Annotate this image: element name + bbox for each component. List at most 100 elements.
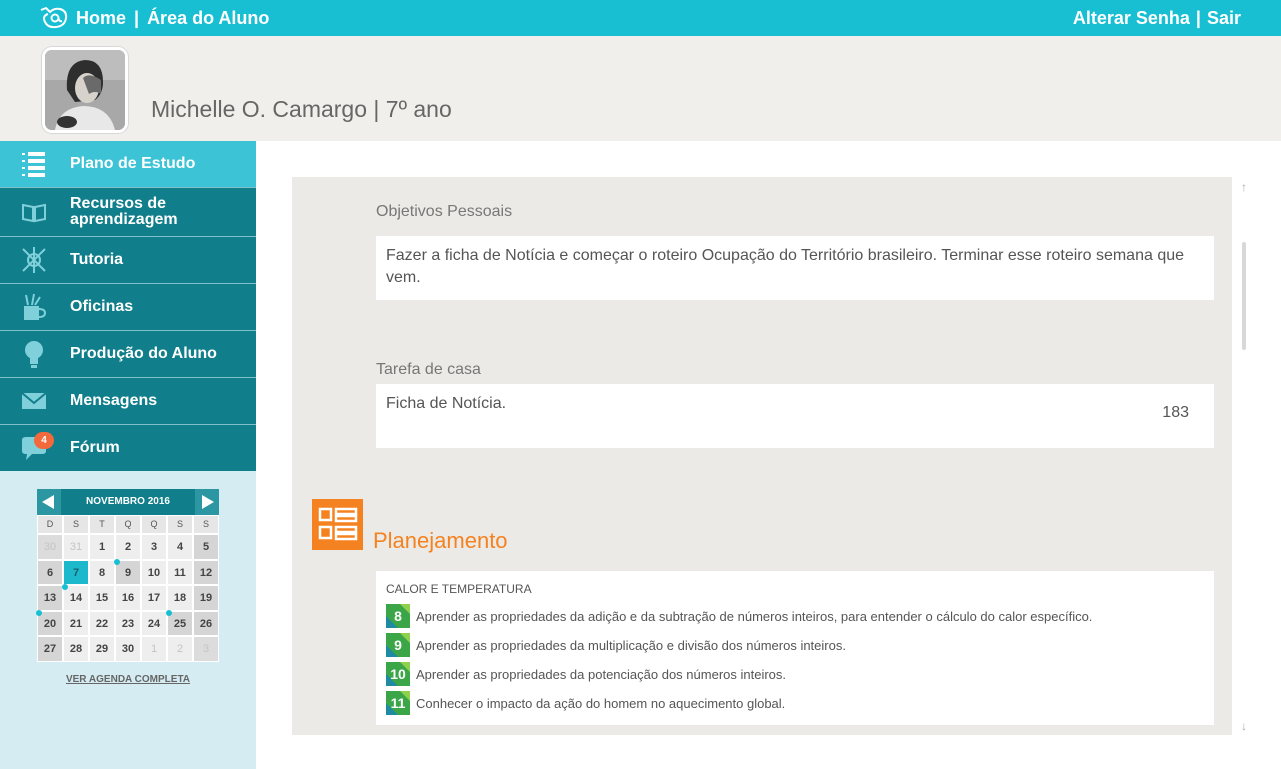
personal-goals-text: Fazer a ficha de Notícia e começar o rot… <box>386 247 1185 286</box>
student-area-label: Área do Aluno <box>147 7 270 28</box>
scrollbar-thumb[interactable] <box>1242 242 1246 350</box>
calendar-day[interactable]: 18 <box>167 585 193 611</box>
weekday-label: D <box>37 515 63 534</box>
homework-label: Tarefa de casa <box>376 361 481 378</box>
calendar-day[interactable]: 15 <box>89 585 115 611</box>
objective-text: Aprender as propriedades da adição e da … <box>416 609 1093 624</box>
sidebar-item-label: Plano de Estudo <box>70 155 196 172</box>
calendar-month-label: NOVEMBRO 2016 <box>86 496 170 507</box>
calendar-day[interactable]: 29 <box>89 636 115 662</box>
calendar-day-number: 9 <box>124 566 132 579</box>
profile-header: Michelle O. Camargo | 7º ano <box>0 36 1281 141</box>
calendar-day[interactable]: 27 <box>37 636 63 662</box>
calendar-day-number: 14 <box>69 592 83 604</box>
scroll-up-arrow-icon[interactable]: ↑ <box>1237 180 1251 194</box>
calendar-day[interactable]: 19 <box>193 585 219 611</box>
objective-item[interactable]: 10 Aprender as propriedades da potenciaç… <box>386 662 1206 686</box>
calendar-day-number: 20 <box>43 617 57 630</box>
calendar-day[interactable]: 2 <box>167 636 193 662</box>
full-agenda-link[interactable]: VER AGENDA COMPLETA <box>37 674 219 685</box>
calendar-day[interactable]: 26 <box>193 610 219 636</box>
calendar-day[interactable]: 21 <box>63 610 89 636</box>
calendar-day[interactable]: 24 <box>141 610 167 636</box>
calendar-day[interactable]: 31 <box>63 534 89 560</box>
logout-link[interactable]: Sair <box>1207 8 1241 29</box>
sidebar-item-label: Produção do Aluno <box>70 345 217 362</box>
calendar-day[interactable]: 16 <box>115 585 141 611</box>
event-dot-icon <box>62 584 68 590</box>
objective-text: Aprender as propriedades da potenciação … <box>416 667 787 682</box>
calendar-day[interactable]: 30 <box>37 534 63 560</box>
objective-number-badge: 10 <box>386 662 410 686</box>
weekday-label: S <box>63 515 89 534</box>
personal-goals-card: Fazer a ficha de Notícia e começar o rot… <box>376 236 1214 300</box>
calendar-day-number: 25 <box>173 617 187 630</box>
homework-text: Ficha de Notícia. <box>386 395 507 412</box>
planning-icon <box>312 499 363 550</box>
study-plan-panel: Objetivos Pessoais Fazer a ficha de Notí… <box>292 177 1232 735</box>
previous-month-arrow-icon[interactable] <box>37 489 61 515</box>
envelope-icon <box>21 392 47 409</box>
calendar-day[interactable]: 6 <box>37 559 63 585</box>
scroll-down-arrow-icon[interactable]: ↓ <box>1237 719 1251 733</box>
sidebar-item-forum[interactable]: 4 Fórum <box>0 425 256 471</box>
planning-card: CALOR E TEMPERATURA 8 Aprender as propri… <box>376 571 1214 725</box>
calendar-day[interactable]: 28 <box>63 636 89 662</box>
calendar-day-with-event[interactable]: 25 <box>166 609 193 636</box>
calendar-day[interactable]: 17 <box>141 585 167 611</box>
calendar-day[interactable]: 3 <box>141 534 167 560</box>
calendar-day[interactable]: 11 <box>167 559 193 585</box>
sidebar-item-plano-de-estudo[interactable]: Plano de Estudo <box>0 141 256 188</box>
calendar-day[interactable]: 4 <box>167 534 193 560</box>
calendar-day[interactable]: 2 <box>115 534 141 560</box>
calendar-day[interactable]: 3 <box>193 636 219 662</box>
logo-icon <box>40 6 68 29</box>
calendar-day[interactable]: 13 <box>37 585 63 611</box>
objective-item[interactable]: 9 Aprender as propriedades da multiplica… <box>386 633 1206 657</box>
brand: Home | Área do Aluno <box>38 5 269 31</box>
objective-text: Conhecer o impacto da ação do homem no a… <box>416 696 786 711</box>
lightbulb-icon <box>25 341 43 368</box>
forum-notification-badge: 4 <box>34 432 54 449</box>
event-dot-icon <box>166 609 172 616</box>
compass-icon <box>22 247 46 273</box>
calendar-header: NOVEMBRO 2016 <box>37 489 219 515</box>
calendar-day[interactable]: 10 <box>141 559 167 585</box>
objective-item[interactable]: 11 Conhecer o impacto da ação do homem n… <box>386 691 1206 715</box>
sidebar-item-mensagens[interactable]: Mensagens <box>0 378 256 425</box>
change-password-link[interactable]: Alterar Senha <box>1073 8 1190 29</box>
calendar-day[interactable]: 12 <box>193 559 219 585</box>
objective-number-badge: 8 <box>386 604 410 628</box>
calendar-day[interactable]: 5 <box>193 534 219 560</box>
calendar-day-with-event[interactable]: 20 <box>36 609 63 636</box>
objective-text: Aprender as propriedades da multiplicaçã… <box>416 638 846 653</box>
calendar-day[interactable]: 1 <box>89 534 115 560</box>
homework-card: Ficha de Notícia. 183 <box>376 384 1214 448</box>
sidebar-item-oficinas[interactable]: Oficinas <box>0 284 256 331</box>
calendar-day-today[interactable]: 7 <box>63 559 89 585</box>
calendar-day[interactable]: 30 <box>115 636 141 662</box>
calendar-day[interactable]: 8 <box>89 559 115 585</box>
weekday-label: Q <box>141 515 167 534</box>
avatar-photo <box>45 50 125 130</box>
weekday-label: S <box>193 515 219 534</box>
sidebar-item-producao[interactable]: Produção do Aluno <box>0 331 256 378</box>
objective-item[interactable]: 8 Aprender as propriedades da adição e d… <box>386 604 1206 628</box>
avatar <box>42 47 128 133</box>
open-book-icon <box>22 203 46 223</box>
calendar-day[interactable]: 1 <box>141 636 167 662</box>
numbered-list-icon <box>22 152 45 177</box>
event-dot-icon <box>114 558 120 565</box>
calendar-day[interactable]: 22 <box>89 610 115 636</box>
sidebar-item-tutoria[interactable]: Tutoria <box>0 237 256 284</box>
calendar-day-with-event[interactable]: 9 <box>114 558 141 585</box>
account-links: Alterar Senha | Sair <box>1073 5 1241 31</box>
sidebar-item-recursos[interactable]: Recursos de aprendizagem <box>0 188 256 237</box>
home-link[interactable]: Home <box>76 8 126 29</box>
objective-number-badge: 11 <box>386 691 410 715</box>
calendar-day-with-event[interactable]: 14 <box>62 584 89 611</box>
top-bar: Home | Área do Aluno Alterar Senha | Sai… <box>0 0 1281 36</box>
calendar-grid: D S T Q Q S S 30 31 1 2 3 4 5 6 7 8 9 10… <box>36 515 219 662</box>
next-month-arrow-icon[interactable] <box>195 489 219 515</box>
calendar-day[interactable]: 23 <box>115 610 141 636</box>
